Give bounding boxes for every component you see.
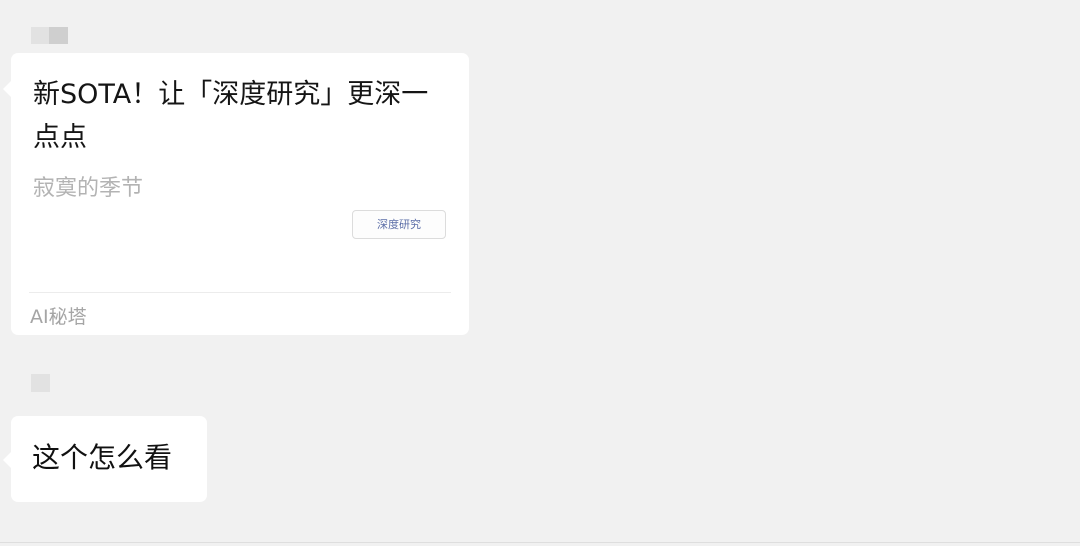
sender-avatar-placeholder — [31, 27, 49, 44]
link-card-message[interactable]: 新SOTA！让「深度研究」更深一点点 寂寞的季节 深度研究 AI秘塔 — [3, 53, 469, 335]
sender-avatar-placeholder — [31, 374, 50, 392]
card-author: 寂寞的季节 — [33, 176, 144, 201]
card-divider — [29, 292, 451, 293]
sender-avatar-placeholder — [49, 27, 68, 44]
card-source: AI秘塔 — [30, 306, 87, 328]
bottom-divider — [0, 542, 1080, 543]
card-tag: 深度研究 — [352, 210, 446, 239]
card-title: 新SOTA！让「深度研究」更深一点点 — [33, 79, 429, 153]
text-message[interactable]: 这个怎么看 — [3, 416, 207, 502]
message-text: 这个怎么看 — [32, 441, 173, 474]
